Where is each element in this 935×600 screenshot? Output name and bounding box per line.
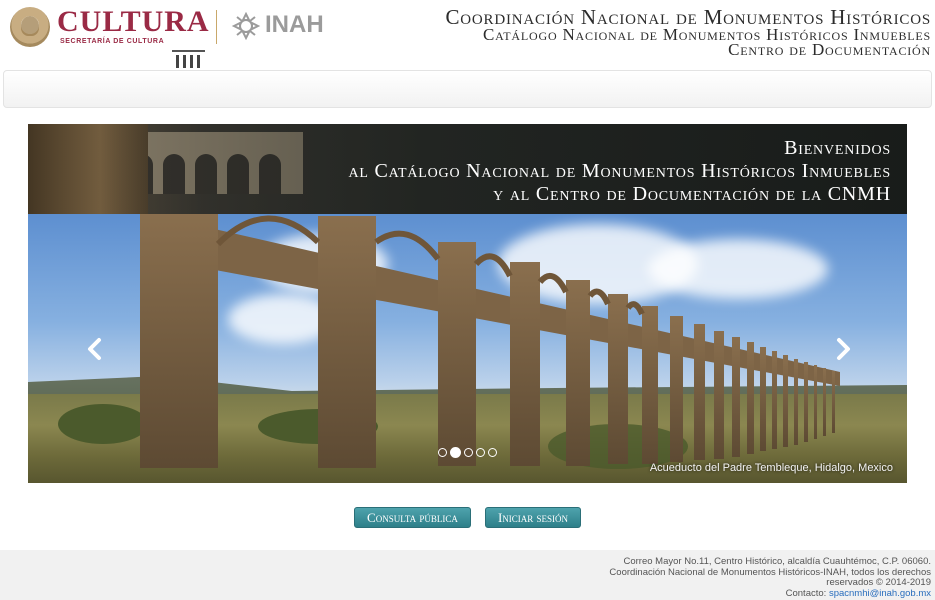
carousel-indicator-dot[interactable] — [438, 447, 447, 457]
contact-email-link[interactable]: spacnmhi@inah.gob.mx — [829, 588, 931, 599]
footer-contact: Contacto: spacnmhi@inah.gob.mx — [0, 587, 931, 600]
iniciar-sesion-button[interactable]: Iniciar sesión — [485, 507, 581, 528]
chevron-left-icon — [88, 338, 101, 360]
consulta-publica-button[interactable]: Consulta pública — [354, 507, 471, 528]
carousel-prev-button[interactable] — [80, 334, 110, 364]
cnmh-logo-icon — [172, 50, 205, 68]
carousel-next-button[interactable] — [828, 334, 858, 364]
footer: Correo Mayor No.11, Centro Histórico, al… — [0, 550, 935, 600]
cultura-logo-subtext: SECRETARÍA DE CULTURA — [60, 38, 165, 45]
welcome-line1: Bienvenidos — [784, 137, 891, 159]
welcome-text: Bienvenidos al Catálogo Nacional de Monu… — [348, 137, 891, 206]
carousel-indicators — [438, 446, 497, 458]
logo-divider — [216, 10, 217, 44]
inah-emblem-icon[interactable] — [230, 12, 262, 40]
cultura-logo-text: CULTURA — [57, 5, 210, 38]
chevron-right-icon — [837, 338, 850, 360]
site-titles: Coordinación Nacional de Monumentos Hist… — [445, 7, 931, 59]
footer-address: Correo Mayor No.11, Centro Histórico, al… — [623, 556, 932, 567]
footer-rights: Coordinación Nacional de Monumentos Hist… — [609, 566, 931, 578]
carousel-indicator-dot[interactable] — [450, 446, 461, 458]
footer-contact-label: Contacto: — [785, 587, 827, 599]
carousel-caption: Acueducto del Padre Tembleque, Hidalgo, … — [649, 462, 893, 474]
hero-carousel[interactable]: Bienvenidos al Catálogo Nacional de Monu… — [28, 124, 907, 483]
cultura-logo[interactable]: CULTURA SECRETARÍA DE CULTURA — [10, 5, 210, 49]
navbar — [3, 70, 932, 108]
carousel-indicator-dot[interactable] — [464, 447, 473, 457]
title-line3: Centro de Documentación — [728, 40, 931, 59]
carousel-indicator-dot[interactable] — [476, 447, 485, 457]
welcome-line2: al Catálogo Nacional de Monumentos Histó… — [348, 160, 891, 182]
carousel-indicator-dot[interactable] — [488, 447, 497, 457]
header: CULTURA SECRETARÍA DE CULTURA INAH Coord… — [0, 0, 935, 70]
mexican-seal-icon — [10, 7, 50, 47]
inah-logo-text[interactable]: INAH — [265, 10, 324, 40]
welcome-line3: y al Centro de Documentación de la CNMH — [493, 183, 891, 205]
